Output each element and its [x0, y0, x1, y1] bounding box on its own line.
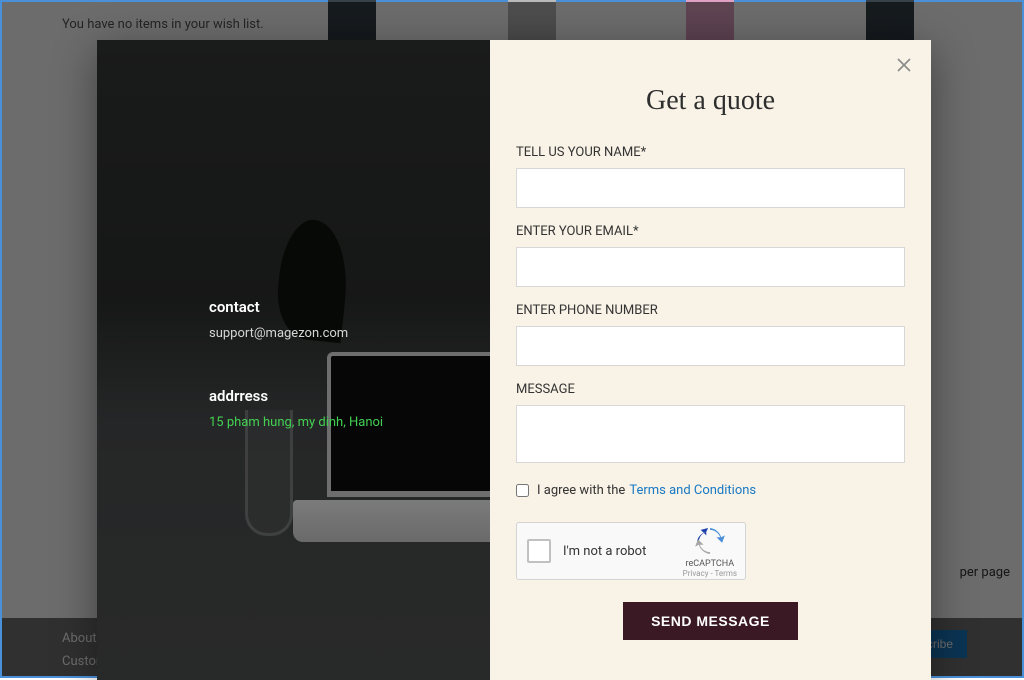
recaptcha-icon: [695, 528, 725, 554]
message-label: MESSAGE: [516, 382, 905, 397]
terms-link[interactable]: Terms and Conditions: [629, 483, 756, 498]
address-text: 15 pham hung, my dinh, Hanoi: [209, 415, 470, 430]
email-label: ENTER YOUR EMAIL*: [516, 224, 905, 239]
contact-heading: contact: [209, 298, 470, 316]
agree-row: I agree with the Terms and Conditions: [516, 483, 905, 498]
phone-input[interactable]: [516, 326, 905, 366]
recaptcha-widget[interactable]: I'm not a robot reCAPTCHA Privacy - Term…: [516, 522, 746, 580]
contact-email: support@magezon.com: [209, 326, 470, 341]
modal-left-panel: contact support@magezon.com addrress 15 …: [97, 40, 490, 680]
email-input[interactable]: [516, 247, 905, 287]
recaptcha-checkbox[interactable]: [527, 539, 551, 563]
message-input[interactable]: [516, 405, 905, 463]
agree-checkbox[interactable]: [516, 484, 529, 497]
phone-label: ENTER PHONE NUMBER: [516, 303, 905, 318]
close-button[interactable]: [893, 54, 915, 76]
modal-right-panel: Get a quote TELL US YOUR NAME* ENTER YOU…: [490, 40, 931, 680]
name-label: TELL US YOUR NAME*: [516, 145, 905, 160]
recaptcha-brand: reCAPTCHA: [683, 559, 737, 569]
name-input[interactable]: [516, 168, 905, 208]
agree-text: I agree with the: [537, 483, 625, 498]
quote-modal: contact support@magezon.com addrress 15 …: [97, 40, 931, 680]
address-heading: addrress: [209, 387, 470, 405]
send-message-button[interactable]: SEND MESSAGE: [623, 602, 798, 640]
modal-title: Get a quote: [516, 85, 905, 117]
close-icon: [897, 58, 911, 72]
recaptcha-label: I'm not a robot: [563, 544, 646, 559]
recaptcha-privacy-terms: Privacy - Terms: [683, 569, 737, 578]
